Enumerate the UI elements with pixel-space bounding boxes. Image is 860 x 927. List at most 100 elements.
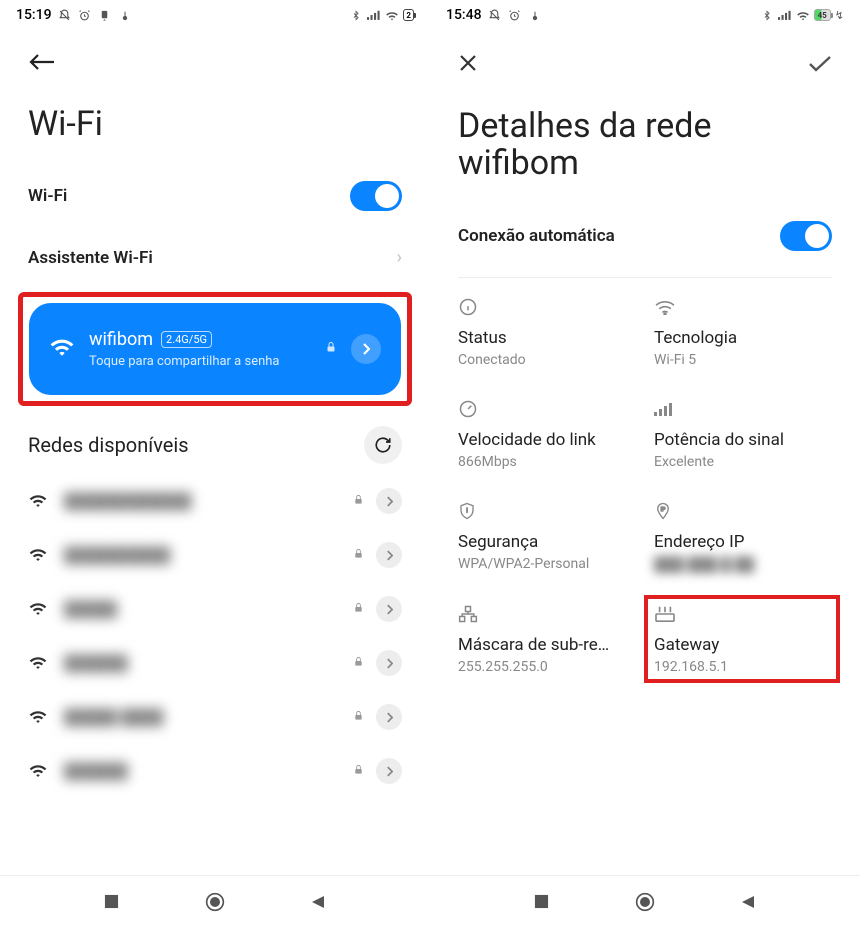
detail-security: ! Segurança WPA/WPA2-Personal [458, 500, 636, 573]
wifi-icon [28, 600, 52, 619]
lock-icon [353, 547, 364, 564]
wifi-icon [28, 654, 52, 673]
phone-wifi-list: 15:19 2 Wi-Fi Wi-Fi Assistente Wi-Fi › [0, 0, 430, 927]
card-detail-button[interactable] [351, 334, 381, 364]
wifi-assistant-label: Assistente Wi-Fi [28, 248, 153, 268]
recents-button[interactable] [102, 892, 122, 912]
chevron-right-icon[interactable] [376, 650, 402, 676]
network-name: ████████████ [64, 492, 341, 510]
wifi-assistant-row[interactable]: Assistente Wi-Fi › [28, 229, 402, 286]
chevron-right-icon[interactable] [376, 758, 402, 784]
highlight-box-wifi-card: wifibom 2.4G/5G Toque para compartilhar … [18, 292, 412, 406]
shield-icon: ! [458, 500, 636, 522]
network-row[interactable]: ██████ [28, 636, 402, 690]
bluetooth-icon [349, 8, 363, 22]
details-grid: Status Conectado Tecnologia Wi-Fi 5 Velo… [458, 296, 832, 675]
android-nav-bar [430, 875, 860, 927]
download-icon [98, 8, 112, 22]
signal-icon [367, 8, 381, 22]
subnet-icon [458, 603, 636, 625]
battery-icon: 45 [814, 9, 831, 21]
status-bar: 15:48 45 ↯ [430, 0, 860, 30]
lock-icon [353, 601, 364, 618]
detail-ip-address: IP Endereço IP ███.███.█.██ [654, 500, 832, 573]
lock-icon [353, 763, 364, 780]
wifi-icon [28, 492, 52, 511]
chevron-right-icon[interactable] [376, 488, 402, 514]
svg-text:!: ! [466, 507, 468, 514]
connected-network-card[interactable]: wifibom 2.4G/5G Toque para compartilhar … [29, 303, 401, 395]
ip-pin-icon: IP [654, 500, 832, 522]
network-name: ██████ [64, 762, 341, 780]
wifi-icon [49, 336, 75, 362]
chevron-right-icon[interactable] [376, 596, 402, 622]
signal-icon [778, 8, 792, 22]
lock-icon [353, 655, 364, 672]
android-nav-bar [0, 875, 430, 927]
page-title: Wi-Fi [28, 106, 402, 143]
chevron-right-icon: › [397, 247, 402, 268]
android-back-button[interactable] [308, 892, 328, 912]
chevron-right-icon[interactable] [376, 542, 402, 568]
lock-icon [353, 709, 364, 726]
highlight-box-gateway: Gateway 192.168.5.1 [644, 595, 840, 683]
network-name: ██████ [64, 654, 341, 672]
auto-connect-row[interactable]: Conexão automática [458, 203, 832, 269]
network-list: ██████████████████████████████████████ █… [28, 474, 402, 798]
confirm-button[interactable] [808, 50, 832, 80]
alarm-icon [78, 8, 92, 22]
detail-link-speed: Velocidade do link 866Mbps [458, 398, 636, 470]
router-icon [654, 603, 832, 625]
temp-icon [118, 8, 132, 22]
home-button[interactable] [205, 892, 225, 912]
network-row[interactable]: █████ [28, 582, 402, 636]
detail-signal-strength: Potência do sinal Excelente [654, 398, 832, 470]
dnd-icon [488, 8, 502, 22]
status-time: 15:48 [446, 7, 482, 23]
alarm-icon [508, 8, 522, 22]
wifi-status-icon [796, 8, 810, 22]
network-row[interactable]: ██████ [28, 744, 402, 798]
page-title: Detalhes da rede wifibom [458, 108, 832, 183]
network-row[interactable]: ██████████ [28, 528, 402, 582]
network-name: █████ ████ [64, 708, 341, 726]
info-icon [458, 296, 636, 318]
bluetooth-icon [760, 8, 774, 22]
available-networks-title: Redes disponíveis [28, 433, 189, 457]
card-subtitle: Toque para compartilhar a senha [89, 354, 311, 369]
ssid-label: wifibom [89, 329, 153, 350]
signal-bars-icon [654, 398, 832, 420]
lock-icon [325, 340, 337, 358]
battery-icon: 2 [403, 9, 414, 21]
auto-connect-label: Conexão automática [458, 226, 615, 246]
home-button[interactable] [635, 892, 655, 912]
wifi-icon [654, 296, 832, 318]
chevron-right-icon[interactable] [376, 704, 402, 730]
refresh-button[interactable] [364, 426, 402, 464]
speed-icon [458, 398, 636, 420]
recents-button[interactable] [532, 892, 552, 912]
status-time: 15:19 [16, 7, 52, 23]
wifi-icon [28, 708, 52, 727]
network-row[interactable]: █████ ████ [28, 690, 402, 744]
detail-status: Status Conectado [458, 296, 636, 368]
charging-icon: ↯ [835, 9, 844, 22]
wifi-toggle-row[interactable]: Wi-Fi [28, 163, 402, 229]
status-bar: 15:19 2 [0, 0, 430, 30]
temp-icon [528, 8, 542, 22]
svg-text:IP: IP [661, 507, 666, 513]
network-name: ██████████ [64, 546, 341, 564]
network-row[interactable]: ████████████ [28, 474, 402, 528]
detail-gateway: Gateway 192.168.5.1 [654, 603, 832, 675]
detail-subnet-mask: Máscara de sub-re… 255.255.255.0 [458, 603, 636, 675]
wifi-toggle[interactable] [350, 181, 402, 211]
back-button[interactable] [28, 50, 56, 78]
close-button[interactable] [458, 51, 478, 79]
detail-technology: Tecnologia Wi-Fi 5 [654, 296, 832, 368]
dnd-icon [58, 8, 72, 22]
network-name: █████ [64, 600, 341, 618]
android-back-button[interactable] [738, 892, 758, 912]
auto-connect-toggle[interactable] [780, 221, 832, 251]
phone-wifi-details: 15:48 45 ↯ Detalhes da rede wifibom Cone… [430, 0, 860, 927]
wifi-status-icon [385, 8, 399, 22]
